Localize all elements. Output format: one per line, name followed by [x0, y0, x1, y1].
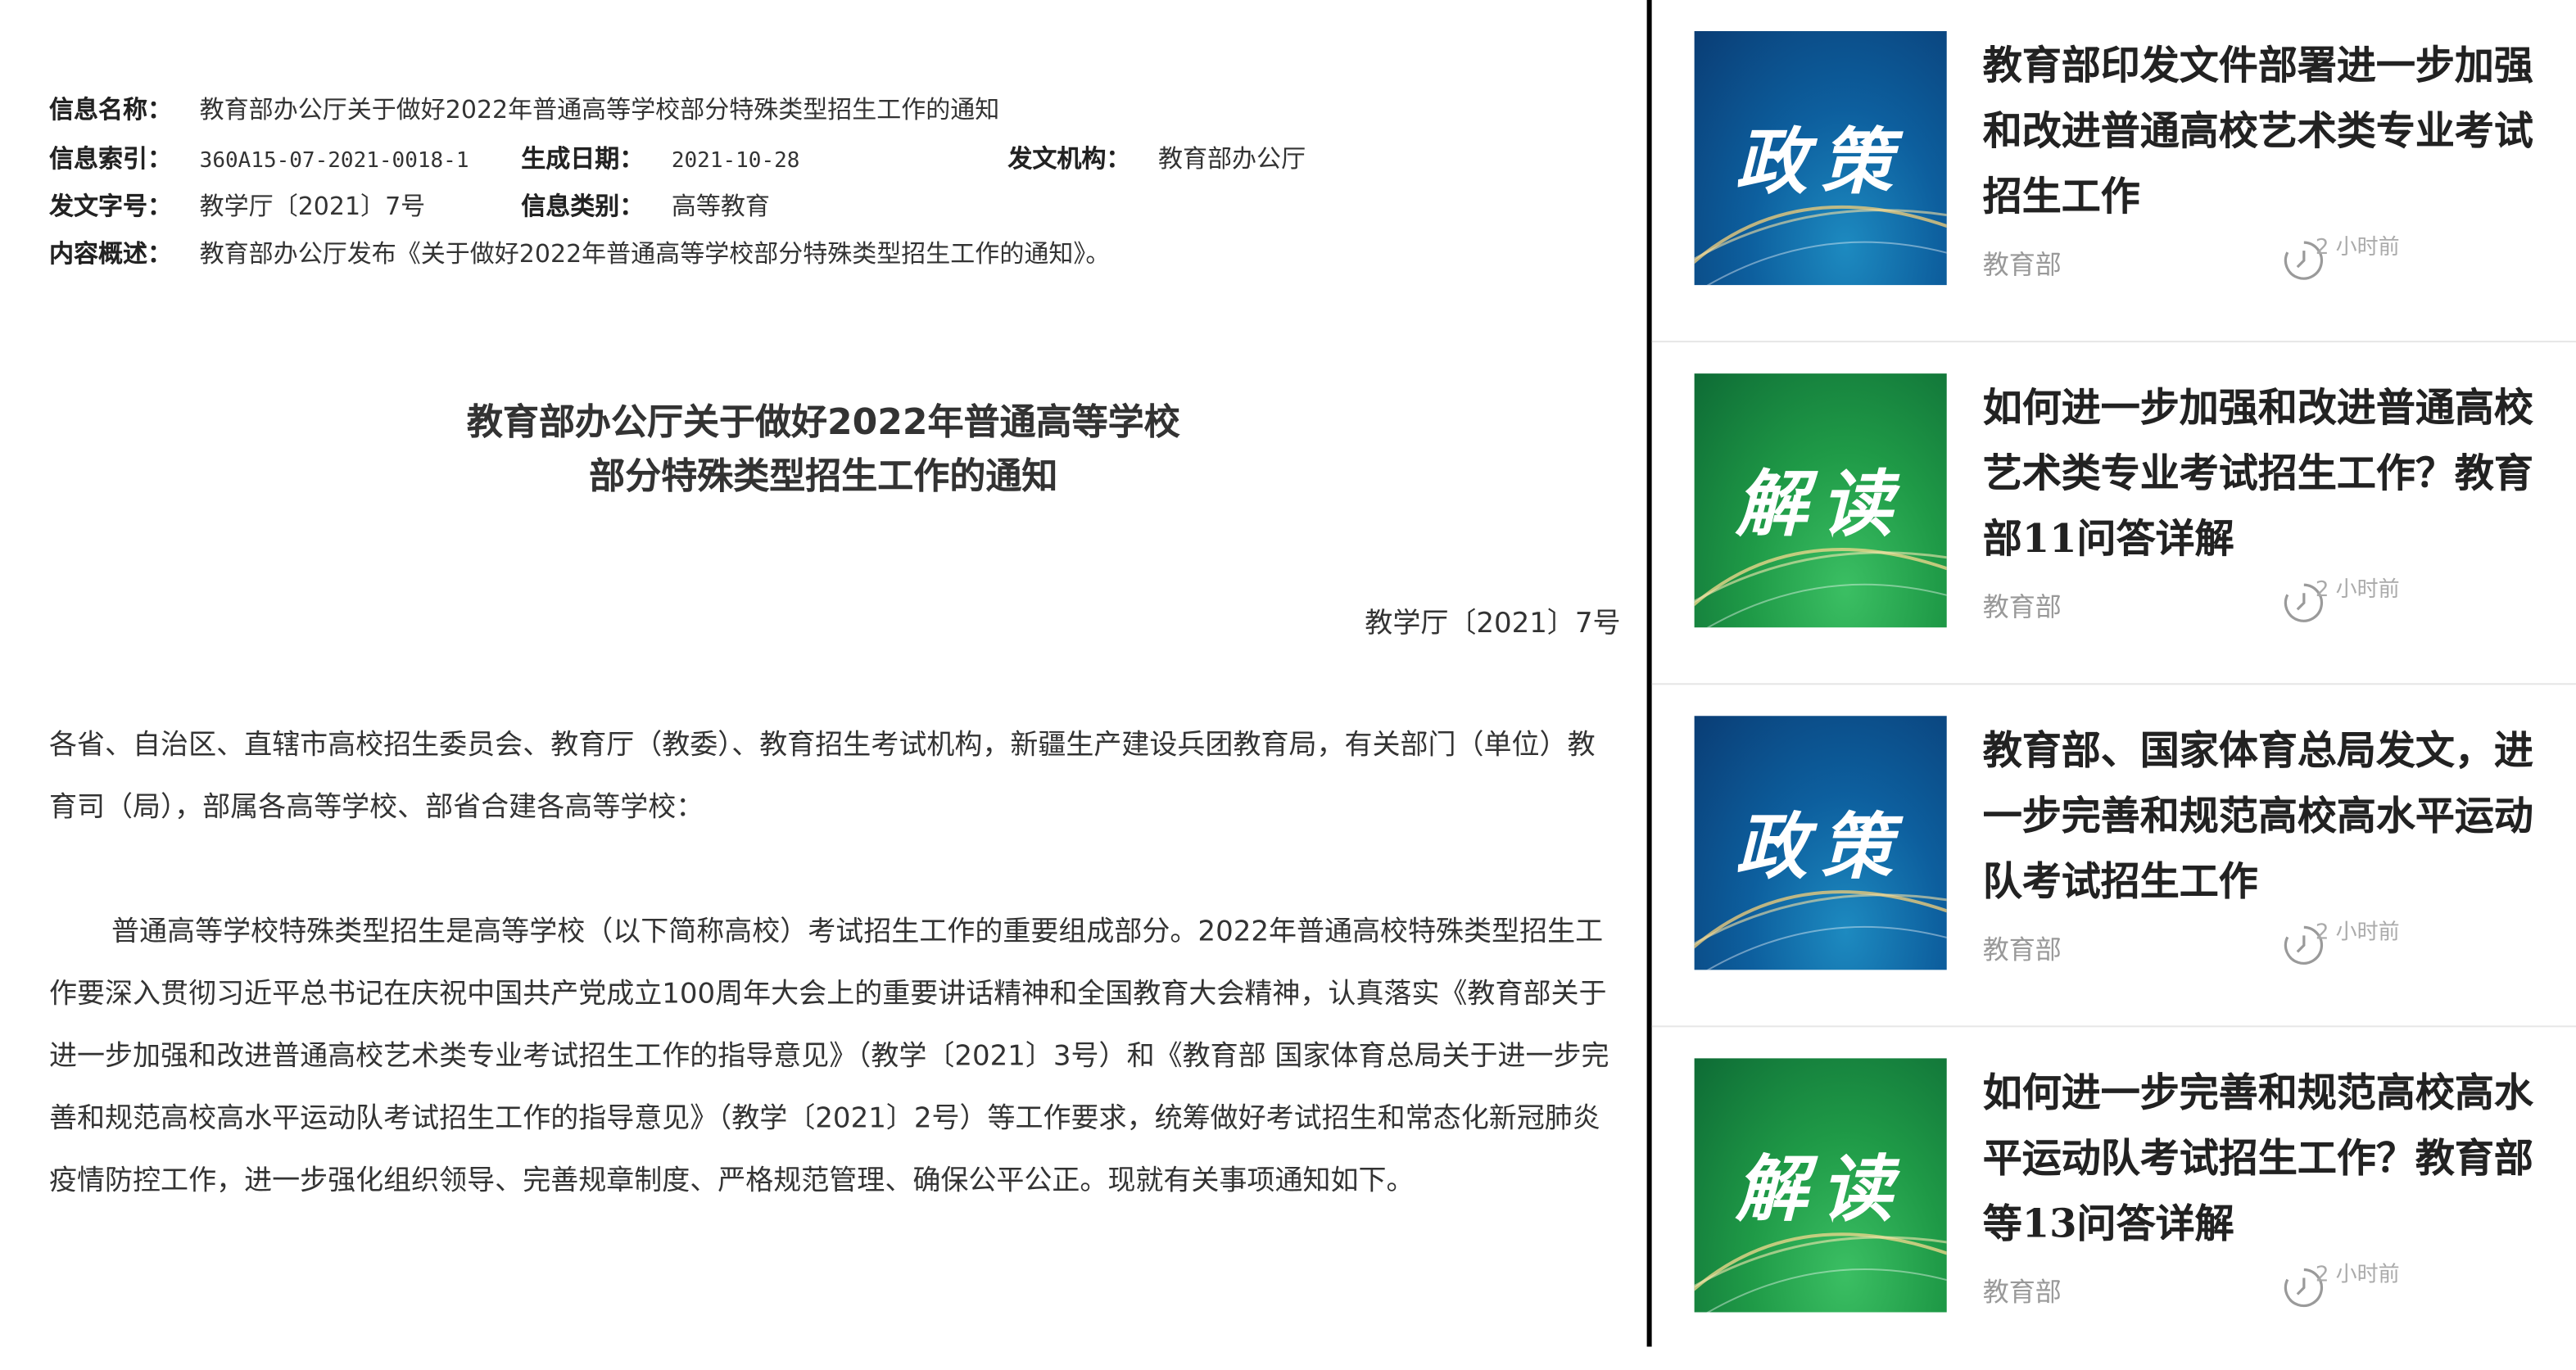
news-time-text: 2 小时前: [2315, 236, 2400, 261]
news-time-text: 2 小时前: [2315, 578, 2400, 604]
thumbnail-label: 解读: [1735, 1148, 1906, 1232]
document-title-line-2: 部分特殊类型招生工作的通知: [589, 457, 1058, 499]
meta-date-label: 生成日期：: [521, 144, 645, 174]
meta-category-value: 高等教育: [671, 192, 770, 222]
meta-summary-label: 内容概述：: [49, 239, 173, 269]
news-source: 教育部: [1982, 1276, 2062, 1308]
meta-info-name-label: 信息名称：: [49, 95, 173, 125]
document-salutation: 各省、自治区、直辖市高校招生委员会、教育厅（教委）、教育招生考试机构，新疆生产建…: [49, 729, 1596, 825]
meta-category-label: 信息类别：: [521, 192, 645, 222]
news-thumbnail-policy[interactable]: 政策: [1694, 31, 1947, 286]
document-title-line-1: 教育部办公厅关于做好2022年普通高等学校: [466, 403, 1180, 445]
meta-date-group: 生成日期： 2021-10-28: [521, 139, 799, 182]
meta-doc-no-row: 发文字号： 教学厅〔2021〕7号: [49, 187, 425, 226]
news-source: 教育部: [1982, 934, 2062, 965]
news-thumbnail-policy[interactable]: 政策: [1694, 716, 1947, 970]
news-item-1[interactable]: 政策 教育部印发文件部署进一步加强和改进普通高校艺术类专业考试招生工作 教育部 …: [1651, 0, 2576, 343]
news-time-text: 2 小时前: [2315, 1263, 2400, 1288]
related-news-list: 政策 教育部印发文件部署进一步加强和改进普通高校艺术类专业考试招生工作 教育部 …: [1651, 0, 2576, 1346]
meta-index-label: 信息索引：: [49, 144, 173, 174]
news-item-4[interactable]: 解读 如何进一步完善和规范高校高水平运动队考试招生工作？教育部等13问答详解 教…: [1652, 1027, 2576, 1369]
meta-doc-no-value: 教学厅〔2021〕7号: [199, 192, 426, 222]
thumbnail-label: 政策: [1735, 806, 1906, 890]
meta-index-row: 信息索引： 360A15-07-2021-0018-1: [49, 139, 469, 179]
news-item-2[interactable]: 解读 如何进一步加强和改进普通高校艺术类专业考试招生工作？教育部11问答详解 教…: [1651, 342, 2576, 685]
news-title[interactable]: 如何进一步加强和改进普通高校艺术类专业考试招生工作？教育部11问答详解: [1983, 375, 2537, 572]
meta-index-value: 360A15-07-2021-0018-1: [199, 149, 469, 174]
news-time-text: 2 小时前: [2315, 920, 2400, 946]
meta-category-group: 信息类别： 高等教育: [521, 187, 770, 226]
thumbnail-label: 政策: [1735, 121, 1906, 206]
thumbnail-label: 解读: [1735, 463, 1906, 548]
meta-issuer-label: 发文机构：: [1007, 144, 1131, 174]
meta-issuer-group: 发文机构： 教育部办公厅: [1007, 139, 1306, 179]
screen: 信息名称： 教育部办公厅关于做好2022年普通高等学校部分特殊类型招生工作的通知…: [0, 0, 2576, 1347]
meta-date-value: 2021-10-28: [671, 149, 800, 174]
meta-summary-row: 内容概述： 教育部办公厅发布《关于做好2022年普通高等学校部分特殊类型招生工作…: [49, 234, 1110, 274]
meta-info-name-row: 信息名称： 教育部办公厅关于做好2022年普通高等学校部分特殊类型招生工作的通知: [49, 90, 999, 129]
news-thumbnail-interpretation[interactable]: 解读: [1694, 373, 1947, 628]
document-page: 信息名称： 教育部办公厅关于做好2022年普通高等学校部分特殊类型招生工作的通知…: [0, 0, 1647, 1346]
document-number: 教学厅〔2021〕7号: [1365, 608, 1621, 641]
meta-info-name-value: 教育部办公厅关于做好2022年普通高等学校部分特殊类型招生工作的通知: [199, 95, 1000, 125]
meta-doc-no-label: 发文字号：: [49, 192, 173, 222]
news-source: 教育部: [1982, 591, 2062, 623]
document-body-paragraph: 普通高等学校特殊类型招生是高等学校（以下简称高校）考试招生工作的重要组成部分。2…: [49, 916, 1609, 1198]
news-title[interactable]: 如何进一步完善和规范高校高水平运动队考试招生工作？教育部等13问答详解: [1983, 1060, 2537, 1256]
news-title[interactable]: 教育部印发文件部署进一步加强和改进普通高校艺术类专业考试招生工作: [1983, 33, 2537, 229]
meta-issuer-value: 教育部办公厅: [1158, 144, 1306, 174]
news-source: 教育部: [1982, 249, 2062, 281]
meta-summary-value: 教育部办公厅发布《关于做好2022年普通高等学校部分特殊类型招生工作的通知》。: [199, 239, 1111, 269]
news-thumbnail-interpretation[interactable]: 解读: [1694, 1058, 1947, 1313]
news-title[interactable]: 教育部、国家体育总局发文，进一步完善和规范高校高水平运动队考试招生工作: [1983, 717, 2537, 914]
news-item-3[interactable]: 政策 教育部、国家体育总局发文，进一步完善和规范高校高水平运动队考试招生工作 教…: [1651, 685, 2576, 1028]
